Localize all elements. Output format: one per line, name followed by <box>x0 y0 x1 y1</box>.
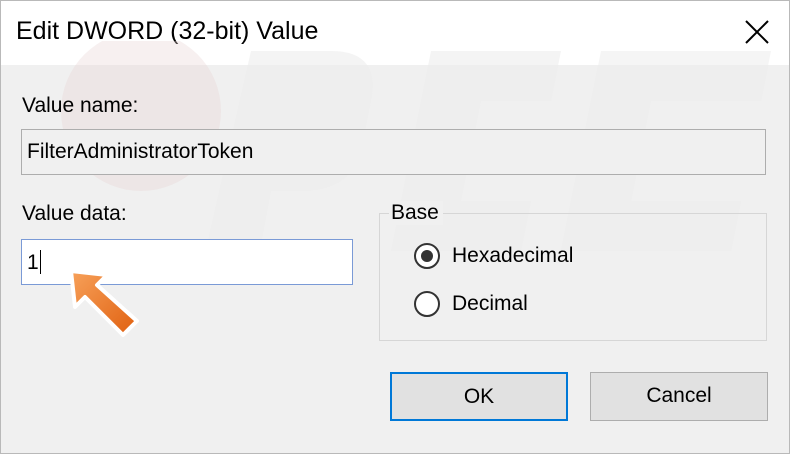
value-data-text: 1 <box>27 251 39 274</box>
ok-button[interactable]: OK <box>390 372 568 421</box>
value-data-input[interactable]: 1 <box>21 239 353 285</box>
close-icon <box>745 20 769 44</box>
value-name-field: FilterAdministratorToken <box>21 129 766 175</box>
value-name-label: Value name: <box>22 94 139 117</box>
radio-decimal-label: Decimal <box>452 292 528 315</box>
close-button[interactable] <box>731 7 783 57</box>
radio-hexadecimal-label: Hexadecimal <box>452 244 574 267</box>
base-group <box>379 213 767 341</box>
cancel-button[interactable]: Cancel <box>590 372 768 421</box>
text-caret <box>39 250 41 274</box>
value-data-label: Value data: <box>22 202 127 225</box>
dialog-title: Edit DWORD (32-bit) Value <box>16 17 319 45</box>
radio-dot <box>421 250 433 262</box>
title-bar[interactable]: Edit DWORD (32-bit) Value <box>1 1 789 65</box>
radio-selected-icon <box>414 243 440 269</box>
base-legend: Base <box>389 201 443 225</box>
edit-dword-dialog: Edit DWORD (32-bit) Value Value name: Fi… <box>0 0 790 454</box>
radio-unselected-icon <box>414 291 440 317</box>
